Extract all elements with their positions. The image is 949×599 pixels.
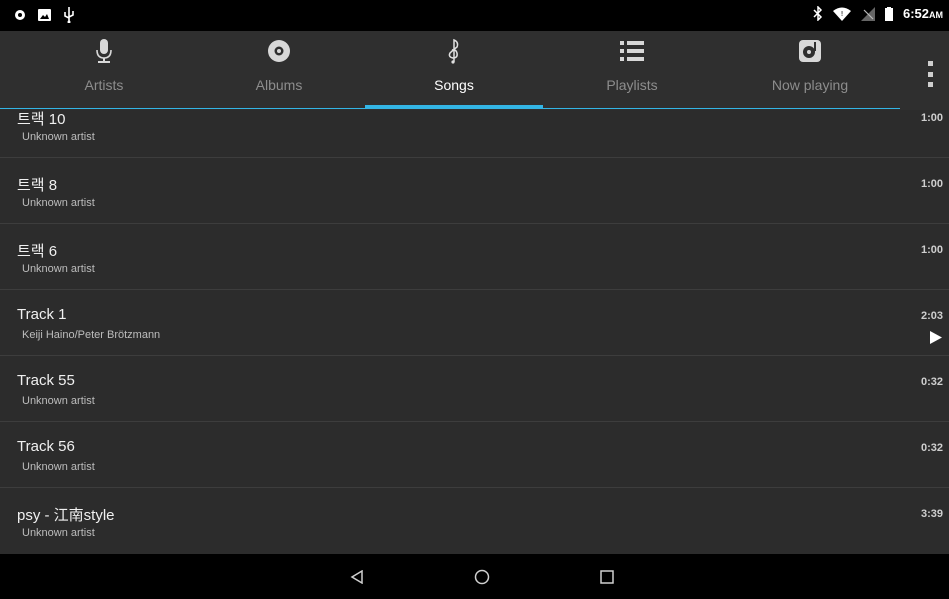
navigation-bar <box>0 554 949 599</box>
overflow-dot <box>927 71 933 77</box>
song-duration: 0:32 <box>920 442 943 454</box>
song-title: Track 56 <box>17 438 75 455</box>
usb-icon <box>64 7 74 23</box>
song-duration: 1:00 <box>920 178 943 190</box>
now-playing-indicator-icon <box>930 331 942 344</box>
disc-icon <box>268 40 290 62</box>
song-title: 트랙 6 <box>17 243 58 260</box>
list-item[interactable]: 트랙 6 Unknown artist 1:00 <box>0 223 949 290</box>
song-title: Track 55 <box>17 372 75 389</box>
song-duration: 1:00 <box>920 244 943 256</box>
song-title: 트랙 10 <box>17 111 66 128</box>
status-bar: ! 6:52AM <box>0 0 949 31</box>
song-list[interactable]: 트랙 10 Unknown artist 1:00 트랙 8 Unknown a… <box>0 110 949 554</box>
svg-text:!: ! <box>841 10 844 18</box>
list-item[interactable]: Track 56 Unknown artist 0:32 <box>0 421 949 488</box>
song-artist: Unknown artist <box>22 527 95 539</box>
song-artist: Unknown artist <box>22 263 95 275</box>
tab-songs[interactable]: Songs <box>365 31 543 107</box>
signal-icon <box>860 6 875 21</box>
song-title: Track 1 <box>17 306 67 323</box>
home-button[interactable] <box>462 564 502 590</box>
overflow-menu-button[interactable] <box>922 61 938 87</box>
song-artist: Unknown artist <box>22 131 95 143</box>
status-right-icons: ! 6:52AM <box>813 6 943 21</box>
recents-button[interactable] <box>587 564 627 590</box>
list-item[interactable]: 트랙 10 Unknown artist 1:00 <box>0 110 949 158</box>
song-artist: Unknown artist <box>22 395 95 407</box>
tab-label: Now playing <box>771 77 849 93</box>
tab-bar: Artists Albums Songs Playlists Now playi… <box>0 31 949 110</box>
tab-playlists[interactable]: Playlists <box>543 31 721 107</box>
song-duration: 1:00 <box>920 112 943 124</box>
song-title: psy - 江南style <box>17 507 115 524</box>
tab-albums[interactable]: Albums <box>190 31 368 107</box>
back-button[interactable] <box>337 564 377 590</box>
song-artist: Keiji Haino/Peter Brötzmann <box>22 329 161 341</box>
list-item[interactable]: Track 1 Keiji Haino/Peter Brötzmann 2:03 <box>0 289 949 356</box>
music-note-icon <box>448 38 459 64</box>
tab-label: Albums <box>255 77 303 93</box>
tab-label: Playlists <box>606 77 658 93</box>
image-icon <box>38 9 51 21</box>
list-item[interactable]: 트랙 8 Unknown artist 1:00 <box>0 157 949 224</box>
playlist-icon <box>620 41 644 61</box>
tab-now-playing[interactable]: Now playing <box>721 31 899 107</box>
overflow-dot <box>927 61 933 66</box>
song-duration: 3:39 <box>920 508 943 520</box>
active-tab-indicator <box>365 105 543 109</box>
wifi-icon: ! <box>832 7 851 21</box>
bluetooth-icon <box>813 6 823 21</box>
song-artist: Unknown artist <box>22 461 95 473</box>
battery-icon <box>884 6 893 21</box>
tab-label: Artists <box>84 77 124 93</box>
tab-artists[interactable]: Artists <box>15 31 193 107</box>
song-title: 트랙 8 <box>17 177 58 194</box>
song-duration: 2:03 <box>920 310 943 322</box>
microphone-icon <box>96 39 112 63</box>
song-artist: Unknown artist <box>22 197 95 209</box>
home-icon <box>474 569 490 585</box>
song-duration: 0:32 <box>920 376 943 388</box>
notification-icon <box>15 10 25 20</box>
tab-label: Songs <box>434 77 474 93</box>
clock: 6:52AM <box>902 6 943 21</box>
now-playing-icon <box>799 40 821 62</box>
status-left-icons <box>14 7 75 23</box>
overflow-dot <box>927 82 933 87</box>
back-icon <box>350 570 363 584</box>
list-item[interactable]: Track 55 Unknown artist 0:32 <box>0 355 949 422</box>
recents-icon <box>600 570 614 584</box>
list-item[interactable]: psy - 江南style Unknown artist 3:39 <box>0 487 949 554</box>
